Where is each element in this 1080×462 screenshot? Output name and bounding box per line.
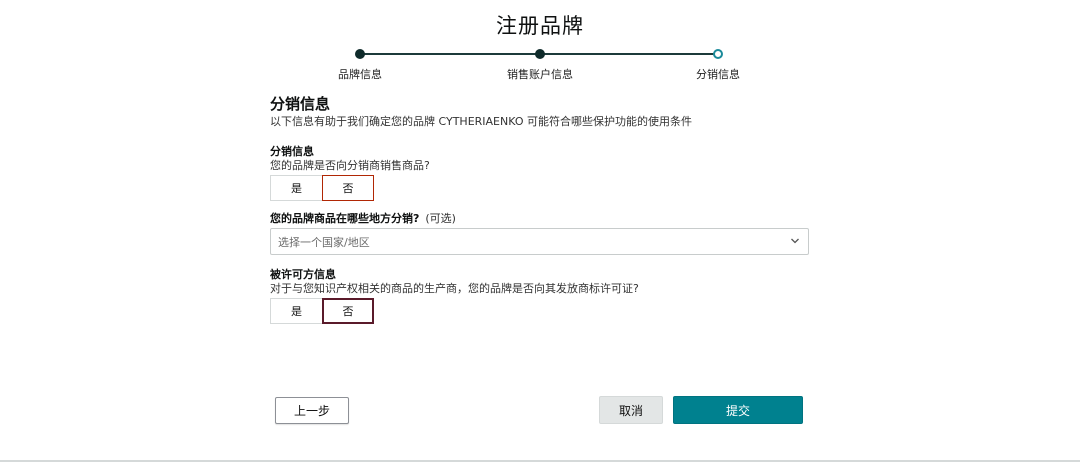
- licensee-field: 被许可方信息 对于与您知识产权相关的商品的生产商，您的品牌是否向其发放商标许可证…: [270, 268, 810, 324]
- form-content: 分销信息 以下信息有助于我们确定您的品牌 CYTHERIAENKO 可能符合哪些…: [270, 94, 810, 324]
- previous-step-button[interactable]: 上一步: [275, 397, 349, 424]
- register-brand-page: 注册品牌 品牌信息 销售账户信息 分销信息 分销信息 以下信息有助于我们确定您的…: [0, 0, 1080, 462]
- distribution-toggle: 是 否: [270, 175, 374, 201]
- distribution-title: 分销信息: [270, 145, 314, 158]
- licensee-toggle: 是 否: [270, 298, 374, 324]
- step-dot-sales-account: [535, 49, 545, 59]
- licensee-title: 被许可方信息: [270, 268, 336, 281]
- region-optional-tag: (可选): [425, 212, 456, 225]
- step-label-brand-info: 品牌信息: [338, 68, 382, 81]
- submit-button[interactable]: 提交: [673, 396, 803, 424]
- cancel-button[interactable]: 取消: [599, 396, 663, 424]
- stepper-line-1: [360, 53, 540, 55]
- licensee-yes-option[interactable]: 是: [270, 298, 322, 324]
- progress-stepper: 品牌信息 销售账户信息 分销信息: [0, 46, 1080, 86]
- region-select[interactable]: 选择一个国家/地区: [270, 228, 809, 255]
- distribution-yes-option[interactable]: 是: [270, 175, 322, 201]
- distribution-no-option[interactable]: 否: [322, 175, 374, 201]
- stepper-line-2: [540, 53, 718, 55]
- region-title: 您的品牌商品在哪些地方分销? (可选): [270, 212, 810, 226]
- step-label-distribution: 分销信息: [696, 68, 740, 81]
- page-title: 注册品牌: [496, 14, 584, 38]
- licensee-no-option[interactable]: 否: [322, 298, 374, 324]
- distribution-question: 您的品牌是否向分销商销售商品?: [270, 159, 430, 172]
- section-description: 以下信息有助于我们确定您的品牌 CYTHERIAENKO 可能符合哪些保护功能的…: [270, 115, 692, 128]
- section-title: 分销信息: [270, 95, 331, 113]
- step-dot-distribution: [713, 49, 723, 59]
- region-select-placeholder: 选择一个国家/地区: [278, 235, 370, 249]
- distribution-field: 分销信息 您的品牌是否向分销商销售商品? 是 否: [270, 145, 810, 201]
- region-title-text: 您的品牌商品在哪些地方分销?: [270, 212, 420, 225]
- licensee-question: 对于与您知识产权相关的商品的生产商，您的品牌是否向其发放商标许可证?: [270, 282, 639, 295]
- step-dot-brand-info: [355, 49, 365, 59]
- step-label-sales-account: 销售账户信息: [507, 68, 573, 81]
- chevron-down-icon: [791, 238, 799, 244]
- region-field: 您的品牌商品在哪些地方分销? (可选) 选择一个国家/地区: [270, 212, 810, 255]
